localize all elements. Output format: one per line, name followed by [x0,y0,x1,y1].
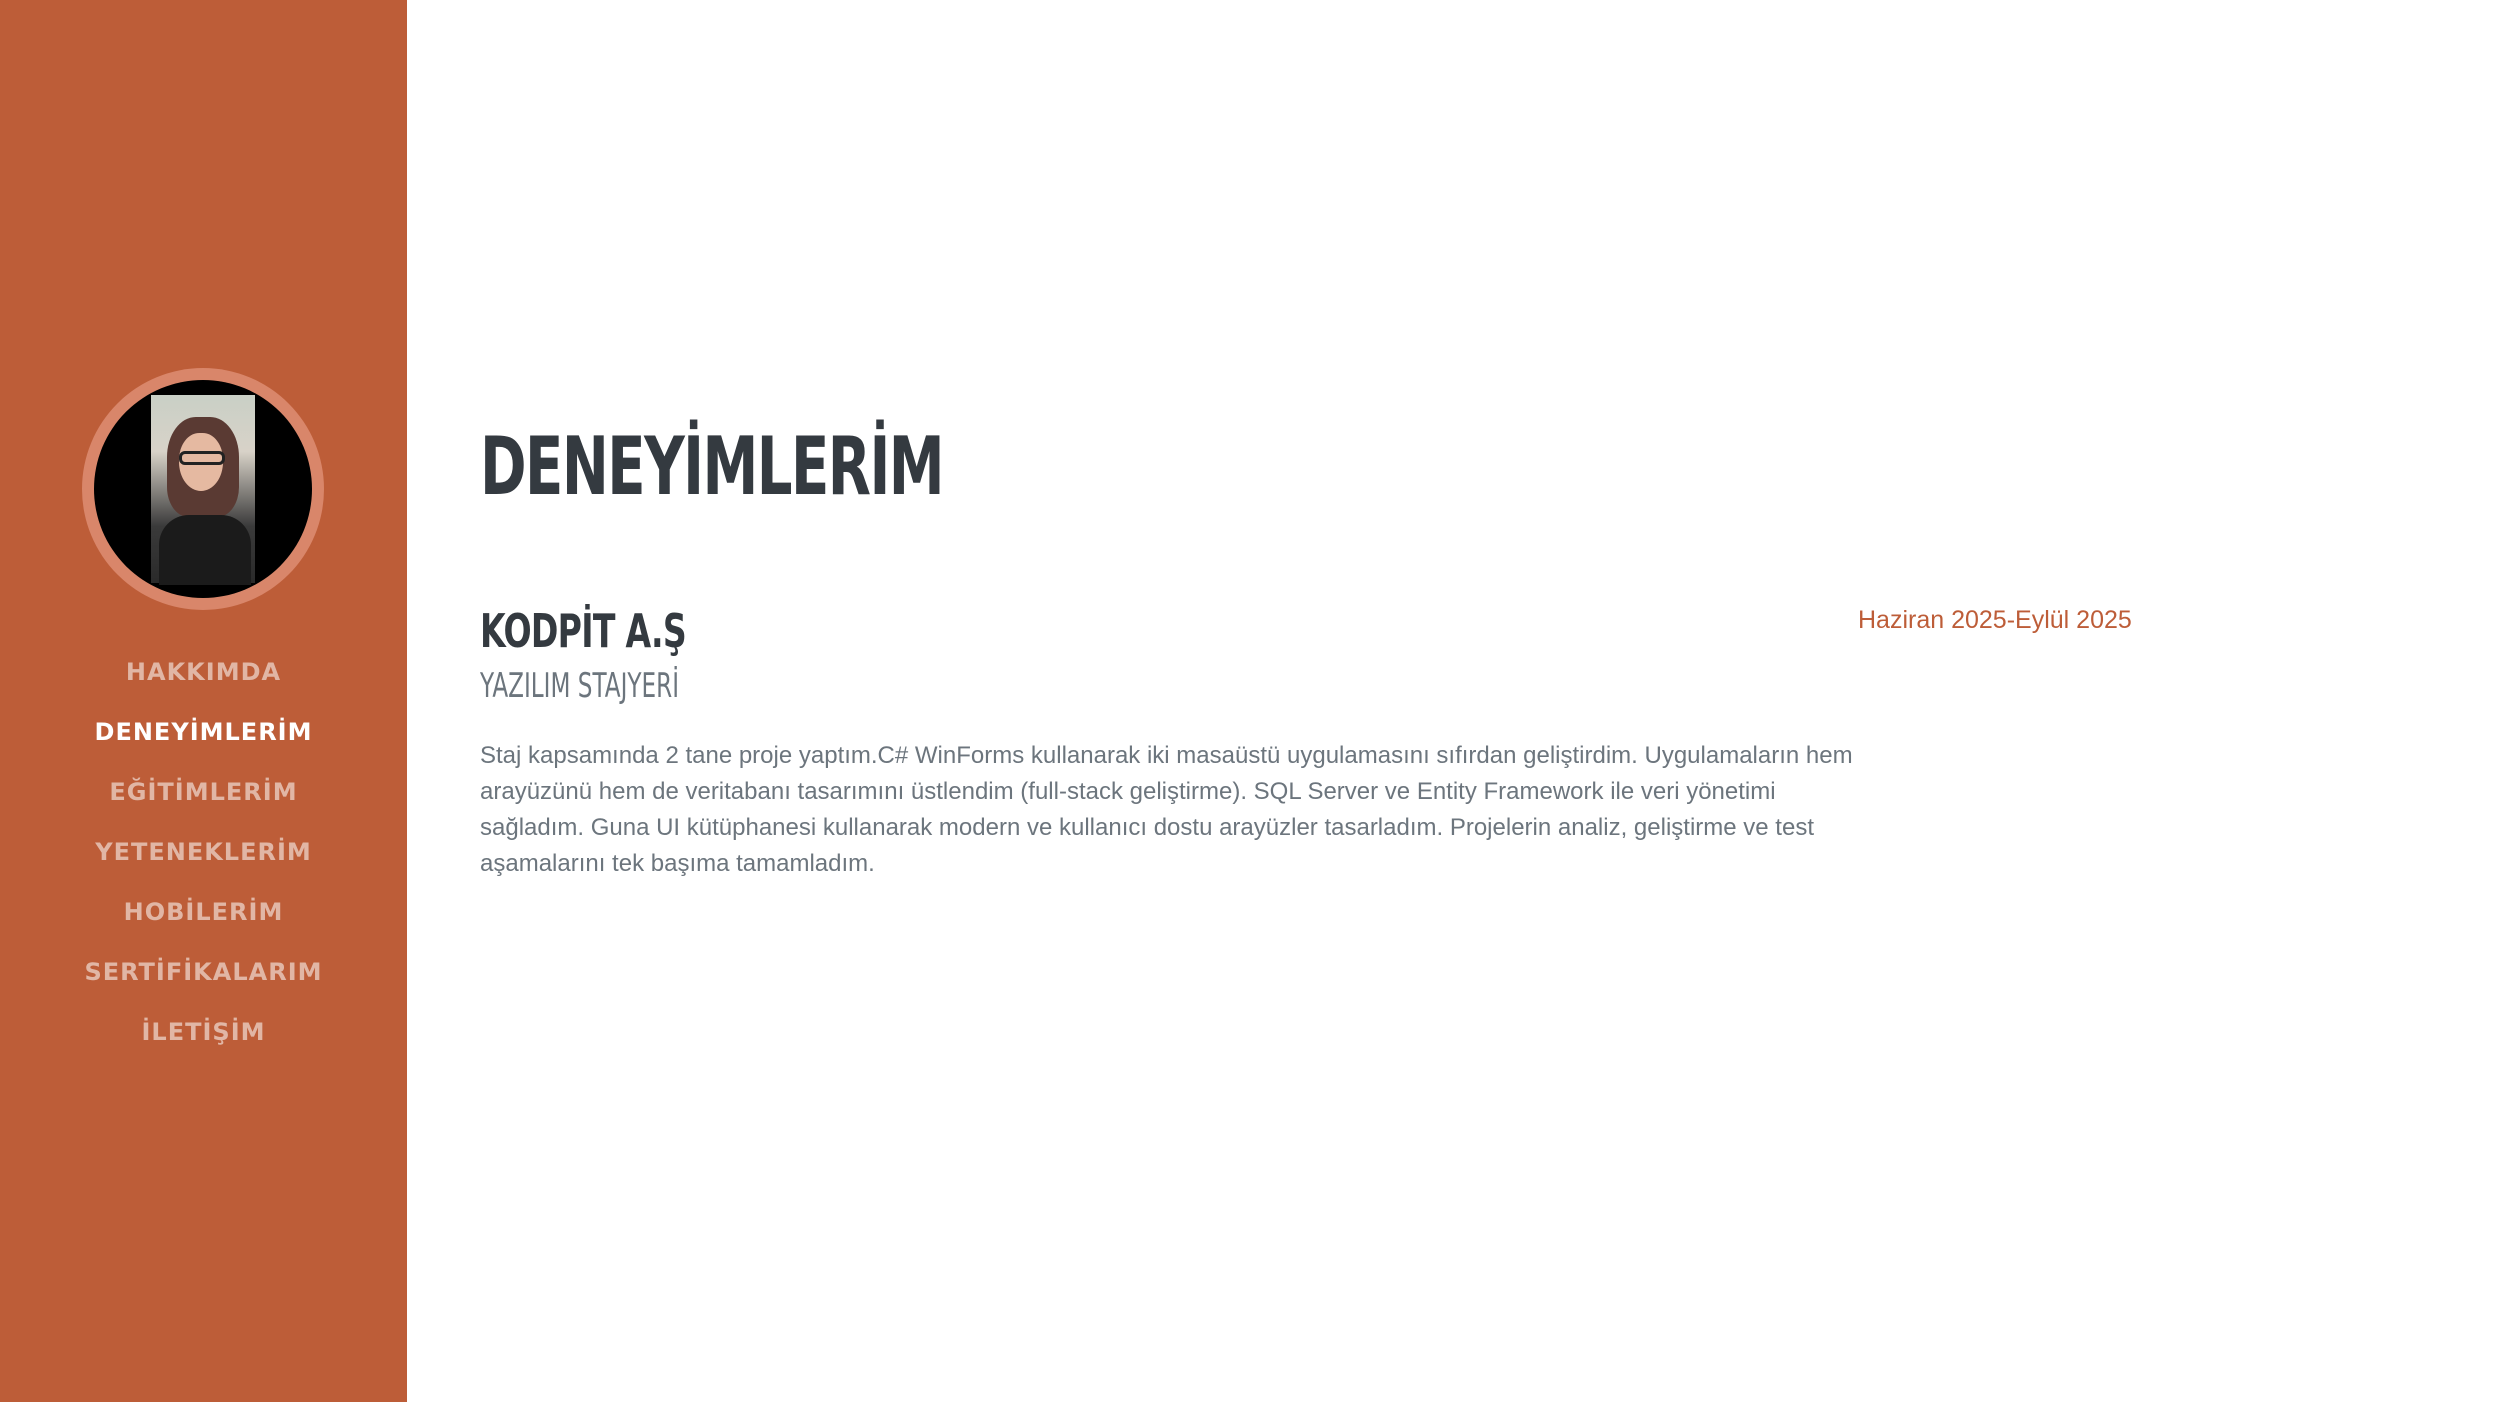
profile-photo [94,380,312,598]
page-title: DENEYİMLERİM [480,420,945,513]
nav-link-deneyimlerim[interactable]: DENEYİMLERİM [95,718,313,746]
nav-item-hobilerim: HOBİLERİM [0,882,407,942]
nav-link-hobilerim[interactable]: HOBİLERİM [124,898,284,926]
avatar[interactable] [82,368,324,610]
nav-link-sertifikalarim[interactable]: SERTİFİKALARIM [84,958,322,986]
nav-link-hakkimda[interactable]: HAKKIMDA [126,658,281,686]
nav-link-egitimlerim[interactable]: EĞİTİMLERİM [109,778,297,806]
company-name: KODPİT A.Ş [480,604,687,658]
nav-menu: HAKKIMDA DENEYİMLERİM EĞİTİMLERİM YETENE… [0,642,407,1062]
nav-item-yeteneklerim: YETENEKLERİM [0,822,407,882]
main-content: DENEYİMLERİM KODPİT A.Ş YAZILIM STAJYERİ… [480,0,2380,1402]
photo-glasses [179,451,225,465]
nav-item-egitimlerim: EĞİTİMLERİM [0,762,407,822]
nav-link-yeteneklerim[interactable]: YETENEKLERİM [95,838,312,866]
sidebar: HAKKIMDA DENEYİMLERİM EĞİTİMLERİM YETENE… [0,0,407,1402]
photo-shirt [159,515,251,585]
experience-description: Staj kapsamında 2 tane proje yaptım.C# W… [480,742,1853,877]
nav-link-iletisim[interactable]: İLETİŞİM [141,1018,265,1046]
experience-date: Haziran 2025-Eylül 2025 [1858,606,2132,634]
nav-item-sertifikalarim: SERTİFİKALARIM [0,942,407,1002]
photo-background [151,395,255,585]
nav-item-deneyimlerim: DENEYİMLERİM [0,702,407,762]
nav-item-hakkimda: HAKKIMDA [0,642,407,702]
nav-item-iletisim: İLETİŞİM [0,1002,407,1062]
job-role: YAZILIM STAJYERİ [480,666,680,706]
